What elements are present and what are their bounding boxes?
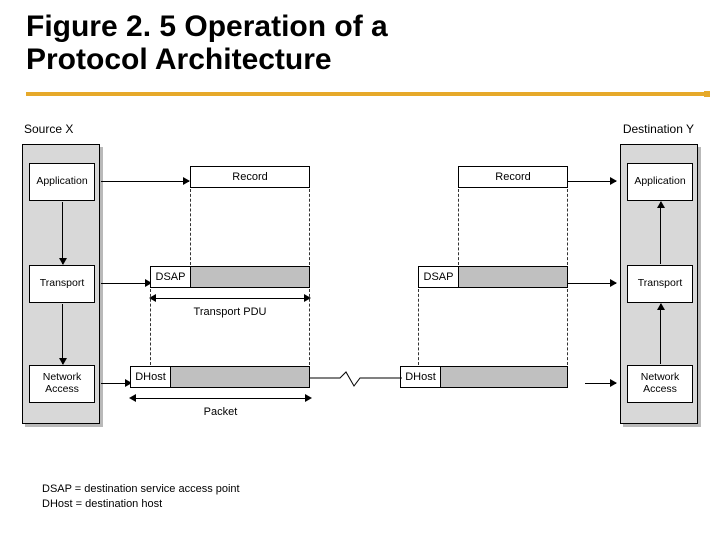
packet-label-source: Packet	[130, 406, 311, 418]
dsap-row-dest: DSAP	[418, 266, 568, 288]
dhost-row-dest: DHost	[400, 366, 569, 388]
dsap-header-source: DSAP	[150, 266, 191, 288]
source-application-layer: Application	[29, 163, 95, 201]
pdu-stack-destination: Record DSAP DHost	[418, 158, 618, 398]
figure-title: Figure 2. 5 Operation of a Protocol Arch…	[0, 0, 720, 76]
legend-dsap: DSAP = destination service access point	[42, 482, 240, 497]
arrow-transport-to-network-source	[62, 304, 63, 364]
arrow-network-to-dhost-left	[101, 383, 131, 384]
legend: DSAP = destination service access point …	[42, 482, 240, 512]
arrow-network-to-transport-dest	[660, 304, 661, 364]
record-dashed-ext-source	[190, 189, 310, 265]
legend-dhost: DHost = destination host	[42, 497, 240, 512]
title-underline-dot	[704, 91, 710, 97]
arrow-transport-to-dsap-left	[101, 283, 151, 284]
source-host-column: Application Transport Network Access	[22, 144, 100, 424]
figure-title-line1: Figure 2. 5 Operation of a	[26, 10, 388, 43]
destination-application-layer: Application	[627, 163, 693, 201]
dsap-row-source: DSAP	[150, 266, 310, 288]
dsap-header-dest: DSAP	[418, 266, 459, 288]
dsap-payload-source	[190, 266, 310, 288]
title-underline	[26, 92, 704, 96]
destination-transport-layer: Transport	[627, 265, 693, 303]
record-box-dest: Record	[458, 166, 568, 188]
dhost-payload-dest	[440, 366, 568, 388]
network-zigzag-link	[310, 370, 402, 396]
dhost-payload-source	[170, 366, 310, 388]
packet-extent-source	[130, 392, 311, 406]
pdu-stack-source: Record DSAP Transport PDU DHost Packet	[150, 158, 360, 398]
dsap-dashed-ext-source	[150, 289, 310, 365]
destination-host-column: Application Transport Network Access	[620, 144, 698, 424]
record-dashed-ext-dest	[458, 189, 568, 265]
destination-network-access-layer: Network Access	[627, 365, 693, 403]
dhost-header-source: DHost	[130, 366, 171, 388]
source-label: Source X	[24, 122, 73, 136]
figure-title-line2: Protocol Architecture	[26, 43, 332, 76]
source-transport-layer: Transport	[29, 265, 95, 303]
arrow-transport-to-app-dest	[660, 202, 661, 264]
dhost-row-source: DHost	[130, 366, 311, 388]
source-network-access-layer: Network Access	[29, 365, 95, 403]
record-box-source: Record	[190, 166, 310, 188]
dsap-payload-dest	[458, 266, 568, 288]
protocol-architecture-diagram: Source X Destination Y Application Trans…	[20, 108, 700, 478]
arrow-app-to-transport-source	[62, 202, 63, 264]
destination-label: Destination Y	[623, 122, 694, 136]
dhost-header-dest: DHost	[400, 366, 441, 388]
dsap-dashed-ext-dest	[418, 289, 568, 365]
